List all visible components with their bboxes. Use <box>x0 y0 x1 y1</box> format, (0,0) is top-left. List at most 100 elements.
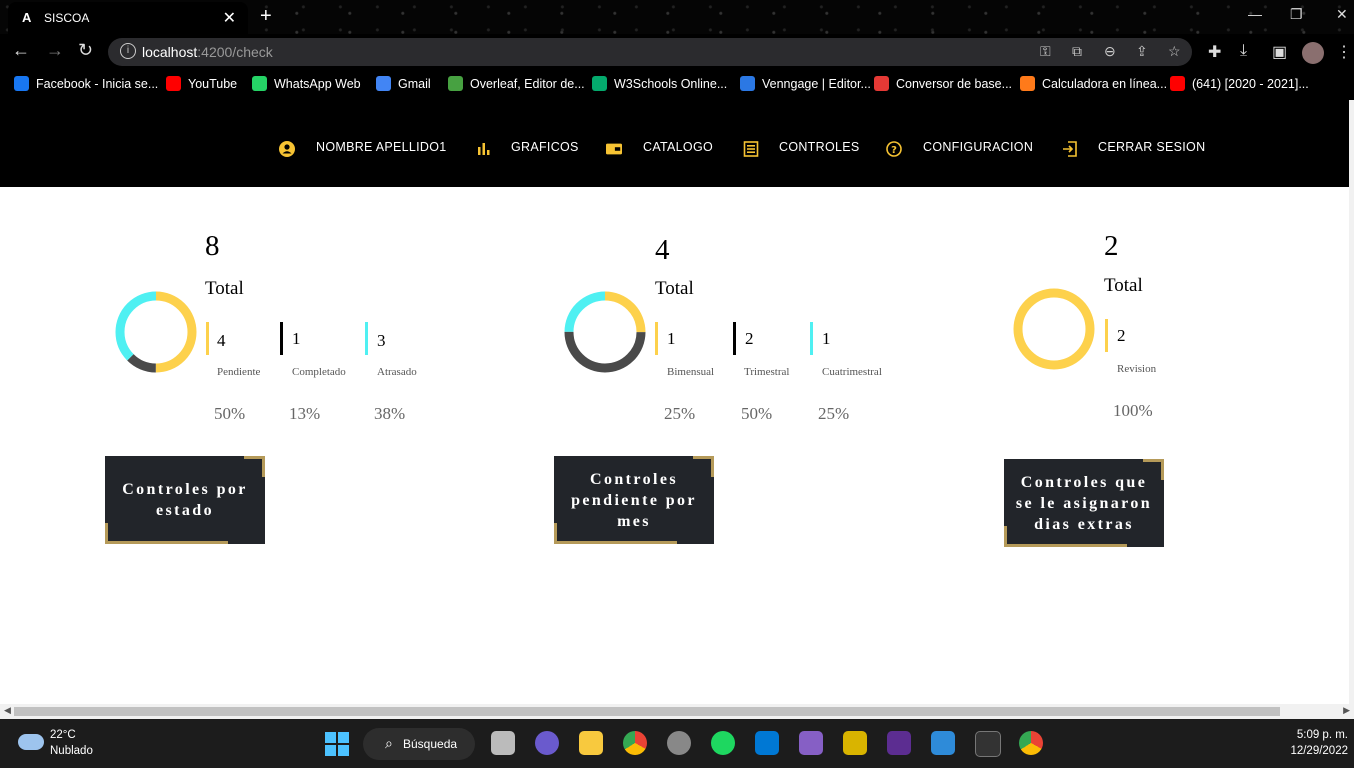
bookmark-favicon-icon <box>740 76 755 91</box>
minimize-icon[interactable]: — <box>1248 6 1262 22</box>
bookmark-favicon-icon <box>592 76 607 91</box>
teams-icon[interactable] <box>535 731 559 755</box>
nav-cerrar-sesion[interactable]: CERRAR SESION <box>1098 140 1205 154</box>
wallet-icon <box>606 143 622 155</box>
nav-graficos[interactable]: GRAFICOS <box>511 140 579 154</box>
weather-desc[interactable]: Nublado <box>50 745 93 757</box>
search-icon: ⌕ <box>385 735 393 751</box>
label-trimestral: Trimestral <box>744 366 790 378</box>
clock-date[interactable]: 12/29/2022 <box>1290 745 1348 757</box>
spotify-icon[interactable] <box>711 731 735 755</box>
list-icon <box>743 141 759 157</box>
help-icon: ? <box>886 141 902 157</box>
zoom-icon[interactable]: ⊖ <box>1104 43 1116 60</box>
search-label: Búsqueda <box>403 737 458 751</box>
bookmark-star-icon[interactable]: ☆ <box>1168 43 1181 60</box>
vertical-scrollbar[interactable] <box>1349 100 1354 704</box>
side-panel-icon[interactable]: ▣ <box>1272 42 1287 62</box>
nav-controles[interactable]: CONTROLES <box>779 140 860 154</box>
bookmark-label: Conversor de base... <box>896 77 1013 91</box>
tab-title: SISCOA <box>44 11 90 25</box>
nav-user[interactable]: NOMBRE APELLIDO1 <box>316 140 447 154</box>
weather-temp[interactable]: 22°C <box>50 729 76 741</box>
percent-revision: 100% <box>1113 401 1153 420</box>
close-window-icon[interactable]: ✕ <box>1336 6 1348 23</box>
windows-start-icon[interactable] <box>325 732 349 756</box>
share-icon[interactable]: ⇪ <box>1136 43 1148 60</box>
menu-icon[interactable]: ⋮ <box>1336 42 1352 62</box>
browser-titlebar: A SISCOA ✕ + — ❐ ✕ <box>0 0 1354 34</box>
legend-bar <box>365 322 368 355</box>
bookmark-favicon-icon <box>376 76 391 91</box>
nav-catalogo[interactable]: CATALOGO <box>643 140 713 154</box>
windows-taskbar: 22°C Nublado ⌕ Búsqueda 5:09 p. m. 12/29… <box>0 719 1354 768</box>
bookmark-item[interactable]: YouTube <box>166 76 237 91</box>
translate-icon[interactable]: ⧉ <box>1072 43 1082 60</box>
scroll-right-icon[interactable]: ▶ <box>1343 705 1350 716</box>
bookmark-favicon-icon <box>448 76 463 91</box>
horizontal-scrollbar[interactable]: ◀ ▶ <box>0 704 1354 719</box>
settings-icon[interactable] <box>667 731 691 755</box>
visual-studio-icon[interactable] <box>799 731 823 755</box>
bookmark-item[interactable]: Gmail <box>376 76 431 91</box>
vscode-icon[interactable] <box>755 731 779 755</box>
chrome-icon-2[interactable] <box>1019 731 1043 755</box>
bookmark-item[interactable]: Facebook - Inicia se... <box>14 76 158 91</box>
nav-configuracion[interactable]: CONFIGURACION <box>923 140 1033 154</box>
extensions-icon[interactable]: ✚ <box>1208 42 1221 62</box>
percent-trimestral: 50% <box>741 404 773 423</box>
logout-icon <box>1063 141 1077 157</box>
task-view-icon[interactable] <box>491 731 515 755</box>
bookmark-item[interactable]: W3Schools Online... <box>592 76 727 91</box>
bookmark-item[interactable]: Conversor de base... <box>874 76 1012 91</box>
reload-icon[interactable]: ↻ <box>78 40 93 61</box>
bookmark-item[interactable]: (641) [2020 - 2021]... <box>1170 76 1309 91</box>
controles-dias-extras-button[interactable]: Controles que se le asignaron dias extra… <box>1004 459 1164 547</box>
total-value: 8 <box>205 230 220 262</box>
app-navbar: NOMBRE APELLIDO1 GRAFICOS CATALOGO CONTR… <box>0 100 1349 187</box>
snipping-icon[interactable] <box>843 731 867 755</box>
new-tab-icon[interactable]: + <box>260 5 272 28</box>
bookmark-item[interactable]: WhatsApp Web <box>252 76 361 91</box>
bookmark-item[interactable]: Calculadora en línea... <box>1020 76 1167 91</box>
controles-pendiente-mes-button[interactable]: Controles pendiente por mes <box>554 456 714 544</box>
total-label: Total <box>1104 275 1143 296</box>
restore-icon[interactable]: ❐ <box>1290 6 1303 23</box>
bookmark-label: (641) [2020 - 2021]... <box>1192 77 1309 91</box>
browser-tab[interactable]: A SISCOA ✕ <box>8 2 248 34</box>
legend-bar <box>810 322 813 355</box>
percent-completado: 13% <box>289 404 321 423</box>
taskbar-search[interactable]: ⌕ Búsqueda <box>363 728 475 760</box>
url-text[interactable]: localhost:4200/check <box>142 44 273 60</box>
key-icon[interactable]: ⚿ <box>1040 43 1051 60</box>
close-tab-icon[interactable]: ✕ <box>223 8 236 28</box>
bookmark-favicon-icon <box>1170 76 1185 91</box>
clock-time[interactable]: 5:09 p. m. <box>1297 729 1348 741</box>
address-bar[interactable]: i localhost:4200/check ⚿ ⧉ ⊖ ⇪ ☆ <box>108 38 1192 66</box>
download-icon[interactable]: ⤓ <box>1240 42 1247 60</box>
browser-toolbar: ← → ↻ i localhost:4200/check ⚿ ⧉ ⊖ ⇪ ☆ ✚… <box>0 34 1354 70</box>
terminal-icon[interactable] <box>975 731 1001 757</box>
site-info-icon[interactable]: i <box>120 43 136 59</box>
back-icon[interactable]: ← <box>12 40 30 61</box>
bookmark-label: W3Schools Online... <box>614 77 728 91</box>
label-pendiente: Pendiente <box>217 366 261 378</box>
file-explorer-icon[interactable] <box>579 731 603 755</box>
label-revision: Revision <box>1117 363 1157 375</box>
chrome-icon[interactable] <box>623 731 647 755</box>
bookmark-item[interactable]: Overleaf, Editor de... <box>448 76 585 91</box>
bookmark-favicon-icon <box>252 76 267 91</box>
legend-bar <box>280 322 283 355</box>
terminal-purple-icon[interactable] <box>887 731 911 755</box>
donut-segment <box>1013 288 1095 370</box>
scroll-left-icon[interactable]: ◀ <box>4 705 11 716</box>
forward-icon[interactable]: → <box>46 40 64 61</box>
bookmarks-bar: Facebook - Inicia se... YouTube WhatsApp W… <box>0 70 1354 100</box>
photos-icon[interactable] <box>931 731 955 755</box>
profile-avatar[interactable] <box>1302 42 1324 64</box>
total-label: Total <box>205 278 244 299</box>
legend-bar <box>655 322 658 355</box>
controles-por-estado-button[interactable]: Controles por estado <box>105 456 265 544</box>
scrollbar-thumb[interactable] <box>14 707 1280 716</box>
bookmark-item[interactable]: Venngage | Editor... <box>740 76 871 91</box>
